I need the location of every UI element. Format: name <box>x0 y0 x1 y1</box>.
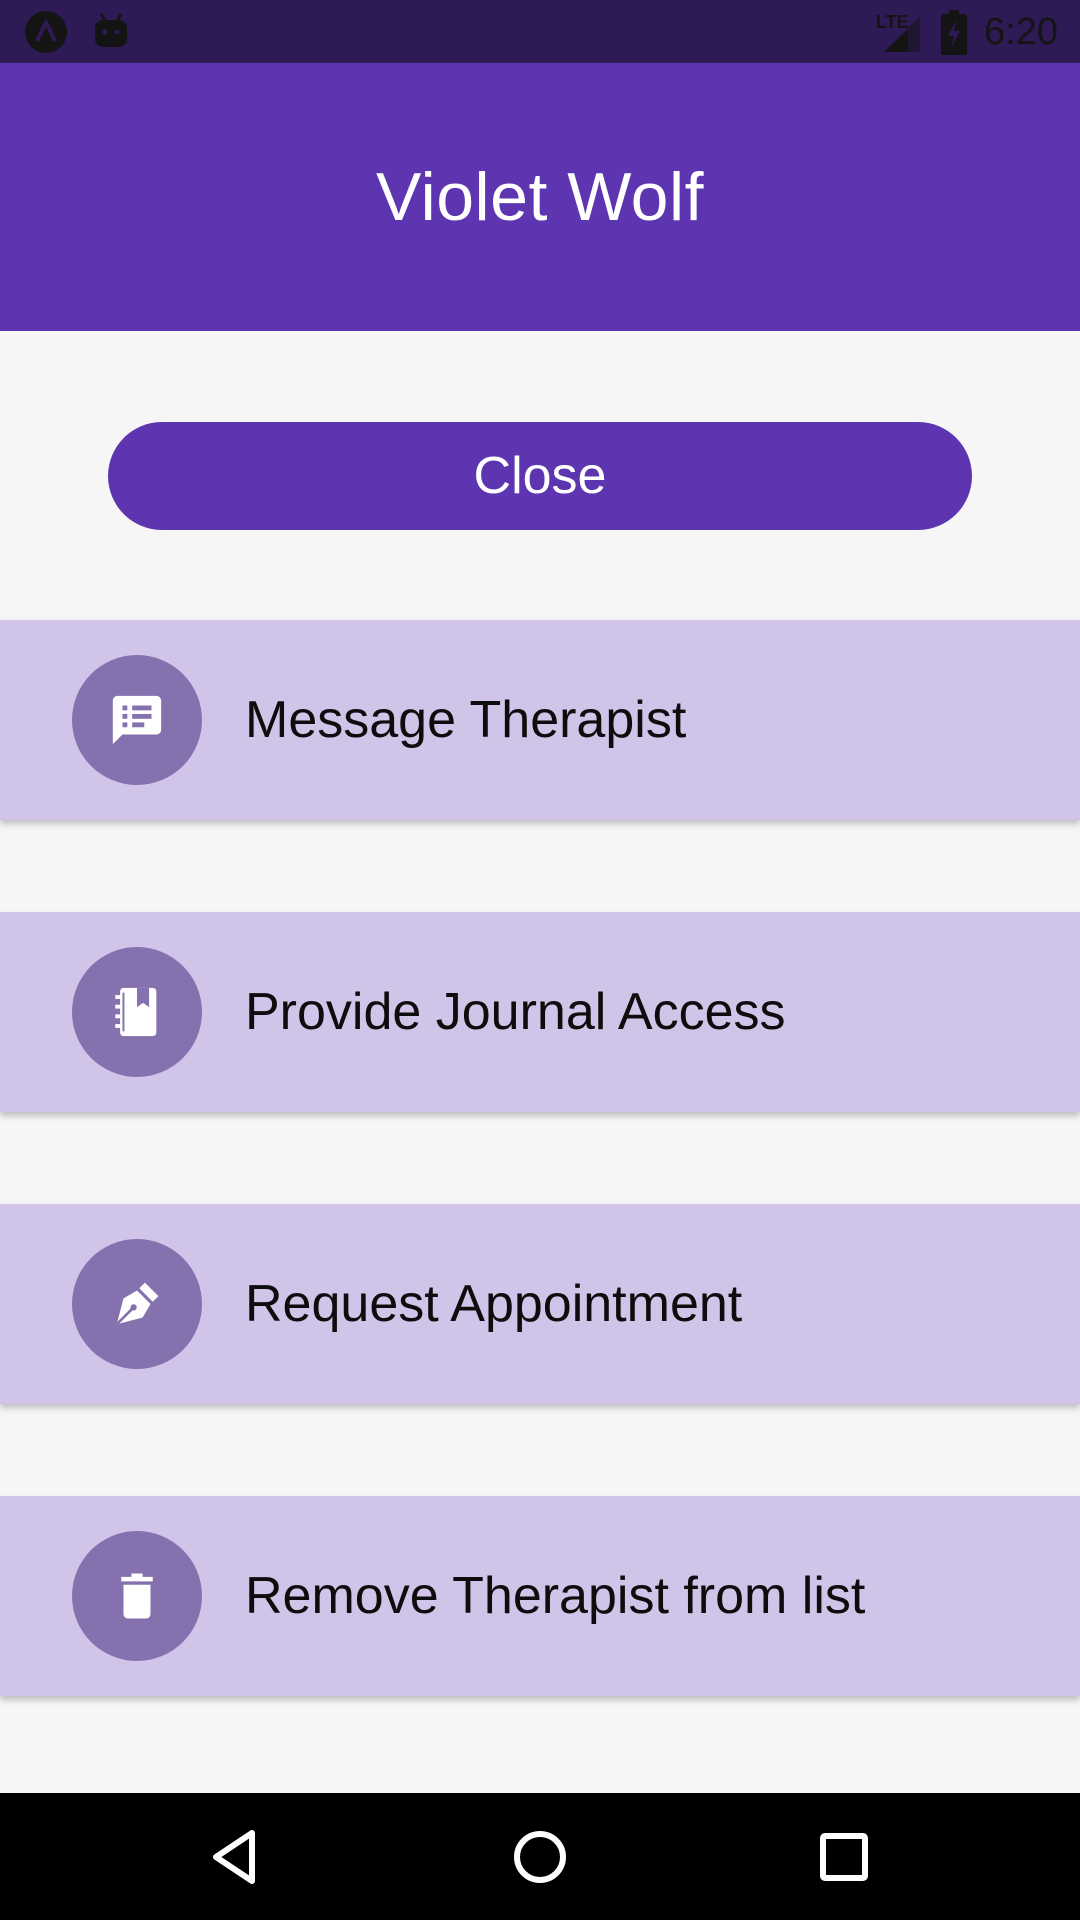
journal-icon <box>115 987 157 1037</box>
message-icon-circle <box>72 655 202 785</box>
action-message-therapist[interactable]: Message Therapist <box>0 620 1080 820</box>
pen-icon <box>116 1282 159 1325</box>
action-remove-therapist[interactable]: Remove Therapist from list <box>0 1496 1080 1696</box>
close-button[interactable]: Close <box>108 422 972 530</box>
trash-icon-circle <box>72 1531 202 1661</box>
android-icon <box>95 13 127 47</box>
action-request-appointment[interactable]: Request Appointment <box>0 1204 1080 1404</box>
status-bar: LTE 6:20 <box>0 0 1080 63</box>
pen-icon-circle <box>72 1239 202 1369</box>
action-label: Request Appointment <box>245 1275 743 1333</box>
message-icon <box>112 695 162 745</box>
battery-charging-icon <box>941 10 967 55</box>
action-label: Message Therapist <box>245 691 687 749</box>
signal-icon <box>884 16 920 52</box>
app-logo-icon <box>25 11 67 53</box>
trash-icon <box>121 1573 153 1619</box>
app-header: Violet Wolf <box>0 63 1080 331</box>
status-time: 6:20 <box>984 11 1058 53</box>
home-icon[interactable] <box>504 1821 576 1893</box>
back-icon[interactable] <box>200 1821 272 1893</box>
page-title: Violet Wolf <box>375 159 705 235</box>
action-label: Provide Journal Access <box>245 983 786 1041</box>
action-provide-journal-access[interactable]: Provide Journal Access <box>0 912 1080 1112</box>
recents-icon[interactable] <box>808 1821 880 1893</box>
action-label: Remove Therapist from list <box>245 1567 866 1625</box>
navigation-bar <box>0 1793 1080 1920</box>
journal-icon-circle <box>72 947 202 1077</box>
